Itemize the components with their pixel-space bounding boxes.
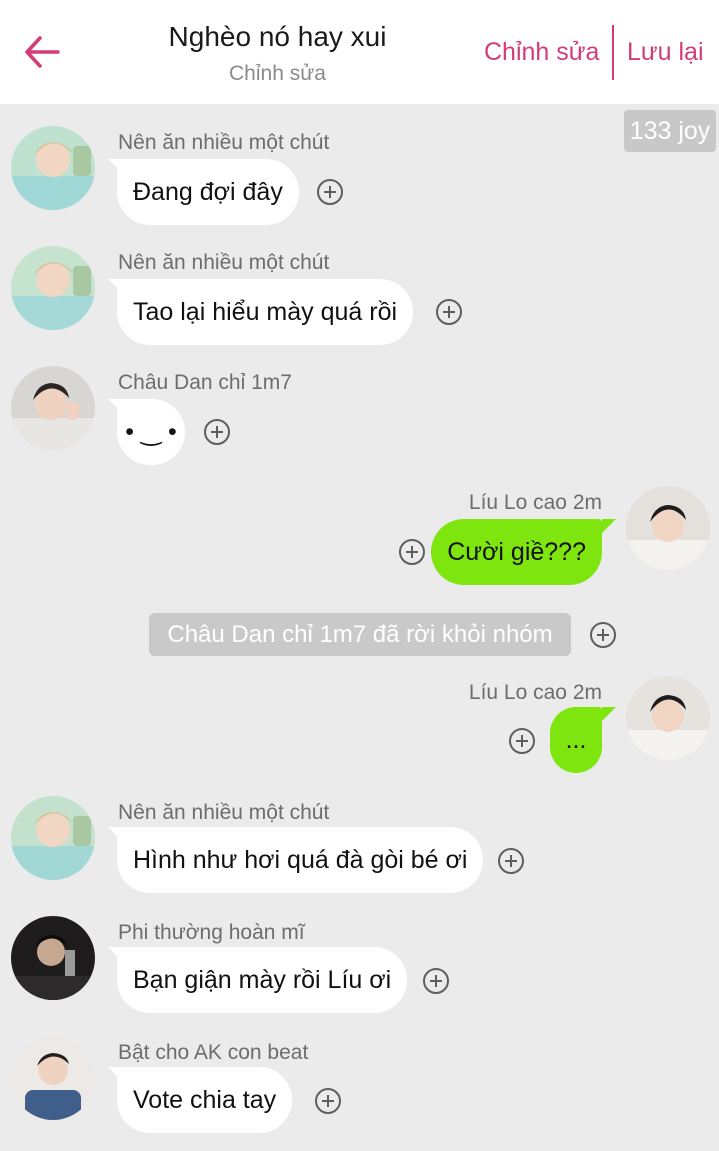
add-reaction-icon[interactable] xyxy=(498,848,524,874)
sender-name: Nên ăn nhiều một chút xyxy=(118,801,330,824)
add-reaction-icon[interactable] xyxy=(423,968,449,994)
edit-button[interactable]: Chỉnh sửa xyxy=(484,38,599,67)
sender-name: Nên ăn nhiều một chút xyxy=(118,251,330,274)
sender-name: Líu Lo cao 2m xyxy=(468,491,602,514)
avatar[interactable] xyxy=(11,246,95,330)
header-divider xyxy=(612,25,614,80)
message-bubble[interactable]: Cười giề??? xyxy=(431,519,602,585)
sender-name: Phi thường hoàn mĩ xyxy=(118,921,305,944)
avatar[interactable] xyxy=(11,796,95,880)
sender-name: Bật cho AK con beat xyxy=(118,1041,309,1064)
message-bubble[interactable]: ... xyxy=(550,707,602,773)
message-bubble[interactable]: Đang đợi đây xyxy=(117,159,299,225)
add-reaction-icon[interactable] xyxy=(204,419,230,445)
avatar[interactable] xyxy=(11,1036,95,1120)
avatar[interactable] xyxy=(626,676,710,760)
message-bubble[interactable]: • ‿ • xyxy=(117,399,185,465)
add-reaction-icon[interactable] xyxy=(399,539,425,565)
back-arrow-icon[interactable] xyxy=(22,30,62,74)
message-bubble[interactable]: Tao lại hiểu mày quá rồi xyxy=(117,279,414,345)
avatar[interactable] xyxy=(11,366,95,450)
save-button[interactable]: Lưu lại xyxy=(627,38,704,67)
chat-header: Nghèo nó hay xui Chỉnh sửa Chỉnh sửa Lưu… xyxy=(0,0,719,104)
add-reaction-icon[interactable] xyxy=(590,622,616,648)
sender-name: Líu Lo cao 2m xyxy=(468,681,602,704)
add-reaction-icon[interactable] xyxy=(317,179,343,205)
page-title: Nghèo nó hay xui xyxy=(168,21,387,52)
add-reaction-icon[interactable] xyxy=(436,299,462,325)
bubble-tail xyxy=(602,519,616,533)
page-subtitle: Chỉnh sửa xyxy=(229,62,326,85)
bubble-tail xyxy=(602,707,616,721)
message-bubble[interactable]: Hình như hơi quá đà gòi bé ơi xyxy=(117,827,484,893)
avatar[interactable] xyxy=(11,916,95,1000)
sender-name: Nên ăn nhiều một chút xyxy=(118,131,330,154)
joy-badge: 133 joy xyxy=(624,110,716,152)
add-reaction-icon[interactable] xyxy=(509,728,535,754)
avatar[interactable] xyxy=(11,126,95,210)
system-notice: Châu Dan chỉ 1m7 đã rời khỏi nhóm xyxy=(149,613,571,656)
add-reaction-icon[interactable] xyxy=(315,1088,341,1114)
avatar[interactable] xyxy=(626,486,710,570)
message-bubble[interactable]: Bạn giận mày rồi Líu ơi xyxy=(117,947,408,1013)
sender-name: Châu Dan chỉ 1m7 xyxy=(118,371,292,394)
message-bubble[interactable]: Vote chia tay xyxy=(117,1067,293,1133)
